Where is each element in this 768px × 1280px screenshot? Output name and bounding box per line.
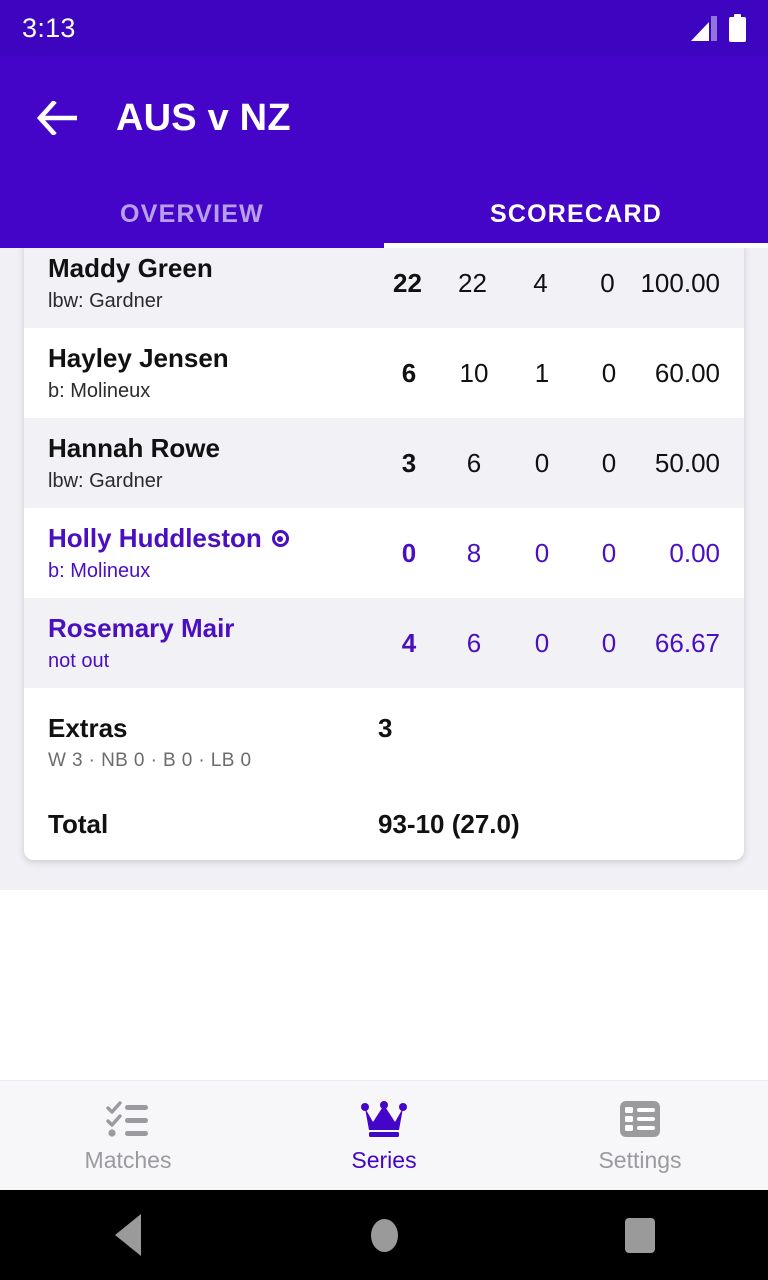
batter-balls: 6 [466,447,482,478]
table-row[interactable]: Holly Huddleston b: Molineux 0 8 0 0 0.0… [24,508,744,598]
batter-fours: 0 [534,627,550,658]
batter-fours: 1 [534,357,550,388]
batter-strike-rate: 50.00 [654,447,720,478]
batter-info: Rosemary Mair not out [48,614,378,672]
table-row[interactable]: Rosemary Mair not out 4 6 0 0 66.67 [24,598,744,688]
batter-name-row: Maddy Green [48,254,376,283]
table-row[interactable]: Hayley Jensen b: Molineux 6 10 1 0 60.00 [24,328,744,418]
batter-runs: 3 [401,447,417,478]
batter-strike-rate: 66.67 [654,627,720,658]
batter-dismissal: not out [48,649,110,672]
tab-scorecard-label: SCORECARD [490,199,662,228]
batter-name-row: Rosemary Mair [48,614,378,643]
batter-runs: 6 [401,357,417,388]
total-row: Total 93-10 (27.0) [48,788,720,860]
app-bar: AUS v NZ [0,56,768,180]
circle-home-icon [370,1218,398,1252]
batter-name-row: Hayley Jensen [48,344,378,373]
tab-overview[interactable]: OVERVIEW [0,180,384,248]
bottom-nav-item-settings[interactable]: Settings [512,1097,768,1174]
bottom-nav-item-matches[interactable]: Matches [0,1097,256,1174]
batter-dismissal: b: Molineux [48,559,151,582]
batter-balls: 6 [466,627,482,658]
batter-name: Hannah Rowe [48,433,220,464]
batter-name: Rosemary Mair [48,613,235,644]
battery-full-icon [729,14,746,42]
batter-runs: 22 [393,267,422,298]
extras-value: 3 [378,712,393,743]
tab-scorecard[interactable]: SCORECARD [384,180,768,248]
batter-name-row: Hannah Rowe [48,434,378,463]
batter-strike-rate: 100.00 [640,267,720,298]
table-row[interactable]: Maddy Green lbw: Gardner 22 22 4 0 100.0… [24,248,744,328]
batter-dismissal: lbw: Gardner [48,289,163,312]
system-home-button[interactable] [256,1218,512,1252]
batter-stats: 3 6 0 0 50.00 [378,448,720,479]
batter-fours: 0 [534,447,550,478]
batter-sixes: 0 [601,357,617,388]
extras-row: Extras 3 [48,688,720,750]
batter-name: Hayley Jensen [48,343,229,374]
batter-sixes: 0 [601,627,617,658]
signal-cellular-icon [689,15,717,41]
batter-fours: 4 [533,267,548,298]
system-back-button[interactable] [0,1214,256,1256]
view-list-icon [617,1097,663,1141]
back-arrow-icon [37,101,77,135]
status-bar-icons [689,14,746,42]
batter-sixes: 0 [601,447,617,478]
batter-stats: 0 8 0 0 0.00 [378,538,720,569]
batter-strike-rate: 0.00 [669,537,720,568]
batter-runs: 4 [401,627,417,658]
batter-dismissal: lbw: Gardner [48,469,163,492]
batter-strike-rate: 60.00 [654,357,720,388]
square-recents-icon [625,1217,655,1253]
batter-stats: 22 22 4 0 100.00 [376,268,720,299]
bottom-nav-item-series[interactable]: Series [256,1097,512,1174]
batter-info: Holly Huddleston b: Molineux [48,524,378,582]
extras-breakdown: W 3 · NB 0 · B 0 · LB 0 [48,750,252,771]
back-button[interactable] [22,82,94,154]
bottom-nav-label-settings: Settings [598,1147,682,1173]
system-recents-button[interactable] [512,1217,768,1253]
status-bar: 3:13 [0,0,768,56]
table-row[interactable]: Hannah Rowe lbw: Gardner 3 6 0 0 50.00 [24,418,744,508]
batter-name: Holly Huddleston [48,523,262,554]
batter-stats: 4 6 0 0 66.67 [378,628,720,659]
batter-balls: 8 [466,537,482,568]
innings-scorecard-card: Maddy Green lbw: Gardner 22 22 4 0 100.0… [24,248,744,860]
batter-info: Hayley Jensen b: Molineux [48,344,378,402]
page-title: AUS v NZ [116,96,291,139]
batter-sixes: 0 [600,267,615,298]
tab-bar: OVERVIEW SCORECARD [0,180,768,248]
batter-runs: 0 [401,537,417,568]
batter-fours: 0 [534,537,550,568]
bottom-nav-label-series: Series [351,1147,417,1173]
on-strike-icon [271,530,289,548]
total-label: Total [48,808,109,839]
batter-balls: 22 [458,267,487,298]
scorecard-scroll-area[interactable]: Maddy Green lbw: Gardner 22 22 4 0 100.0… [0,248,768,890]
crown-icon [361,1097,407,1141]
batter-stats: 6 10 1 0 60.00 [378,358,720,389]
tab-overview-label: OVERVIEW [120,199,264,228]
triangle-back-icon [115,1214,141,1256]
batter-info: Maddy Green lbw: Gardner [48,254,376,312]
system-navigation-bar [0,1190,768,1280]
batter-name: Maddy Green [48,253,213,284]
playlist-check-icon [105,1097,151,1141]
bottom-navigation: Matches Series Settings [0,1080,768,1190]
extras-label: Extras [48,712,128,743]
bottom-nav-label-matches: Matches [84,1147,172,1173]
batter-dismissal: b: Molineux [48,379,151,402]
batter-sixes: 0 [601,537,617,568]
batter-info: Hannah Rowe lbw: Gardner [48,434,378,492]
status-bar-clock: 3:13 [22,12,76,43]
innings-summary: Extras 3 W 3 · NB 0 · B 0 · LB 0 Total 9… [24,688,744,860]
total-value: 93-10 (27.0) [378,808,520,839]
batter-balls: 10 [459,357,489,388]
batter-name-row: Holly Huddleston [48,524,378,553]
app-screen: 3:13 AUS v NZ OVERVIEW SCORECARD Maddy G… [0,0,768,1280]
